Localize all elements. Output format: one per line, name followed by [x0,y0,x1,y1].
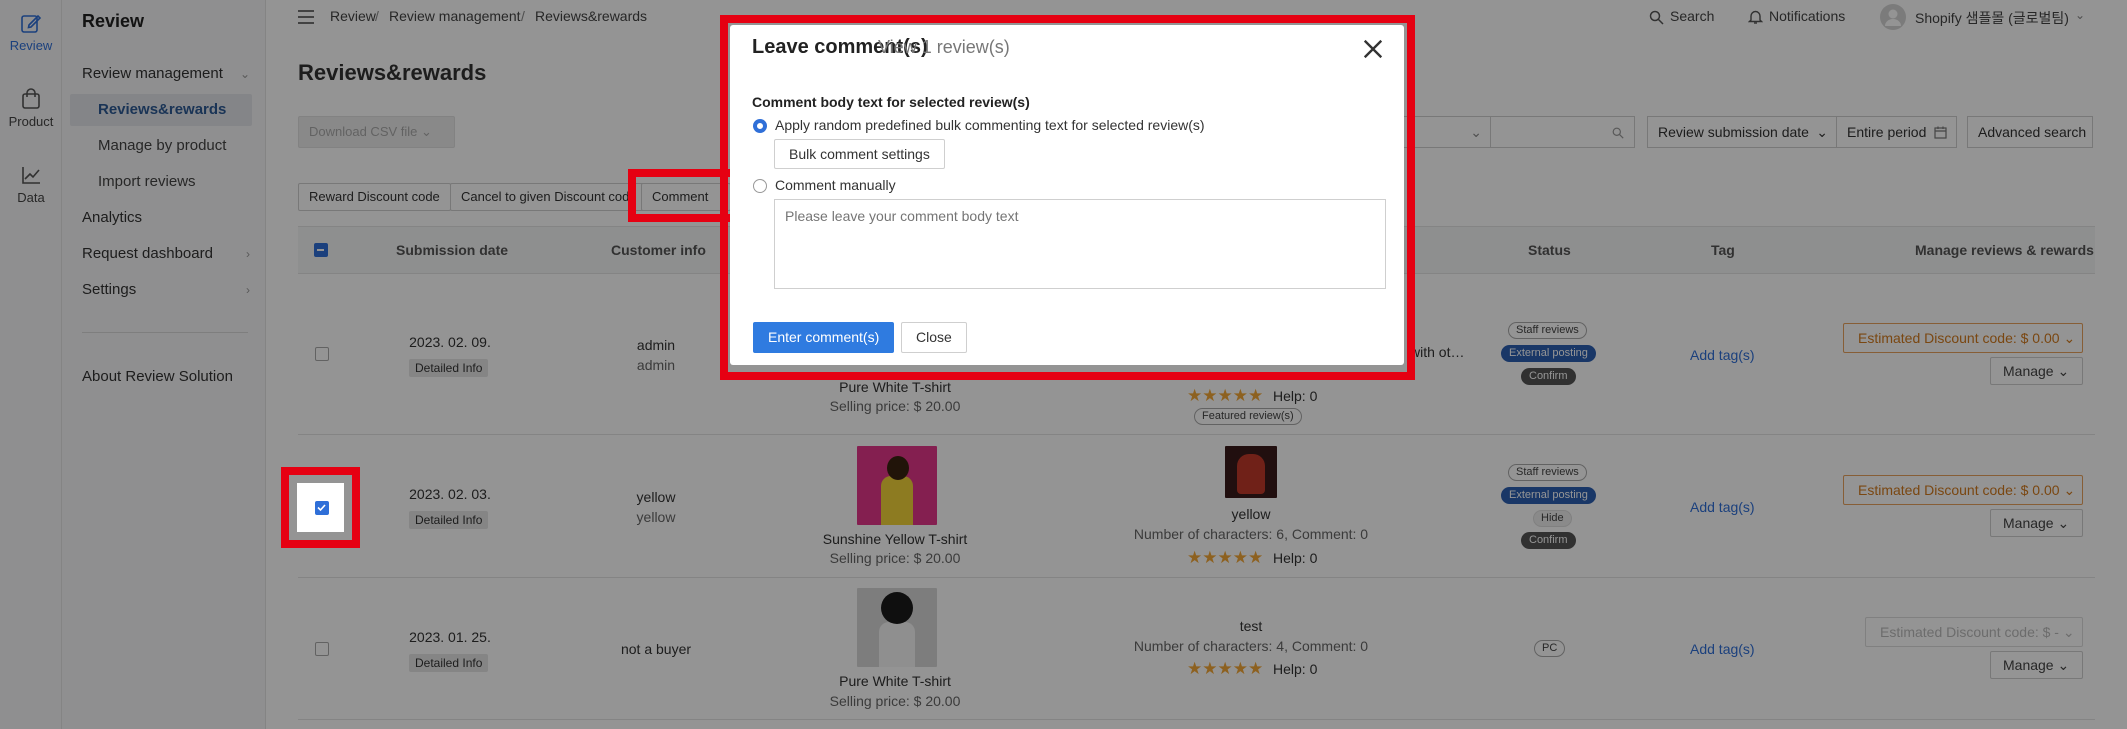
comment-body-label: Comment body text for selected review(s) [752,94,1030,110]
highlight-cell [297,483,344,532]
leave-comment-modal: Leave comment(s) View 1 review(s) Commen… [730,25,1404,365]
check-icon [317,504,326,512]
option-manual-label[interactable]: Comment manually [775,177,896,193]
radio-manual-comment[interactable] [753,179,767,193]
radio-random-comment[interactable] [753,119,767,133]
option-random-label[interactable]: Apply random predefined bulk commenting … [775,117,1205,133]
enter-comments-button[interactable]: Enter comment(s) [753,322,895,353]
bulk-comment-settings-button[interactable]: Bulk comment settings [774,139,945,169]
close-icon[interactable] [1360,36,1386,62]
modal-subtitle: View 1 review(s) [878,37,1010,57]
app-root: Review Product Data Review Review manage… [0,0,2127,729]
close-button[interactable]: Close [901,322,967,353]
row-checkbox[interactable] [315,501,329,515]
comment-textarea[interactable] [774,199,1386,289]
